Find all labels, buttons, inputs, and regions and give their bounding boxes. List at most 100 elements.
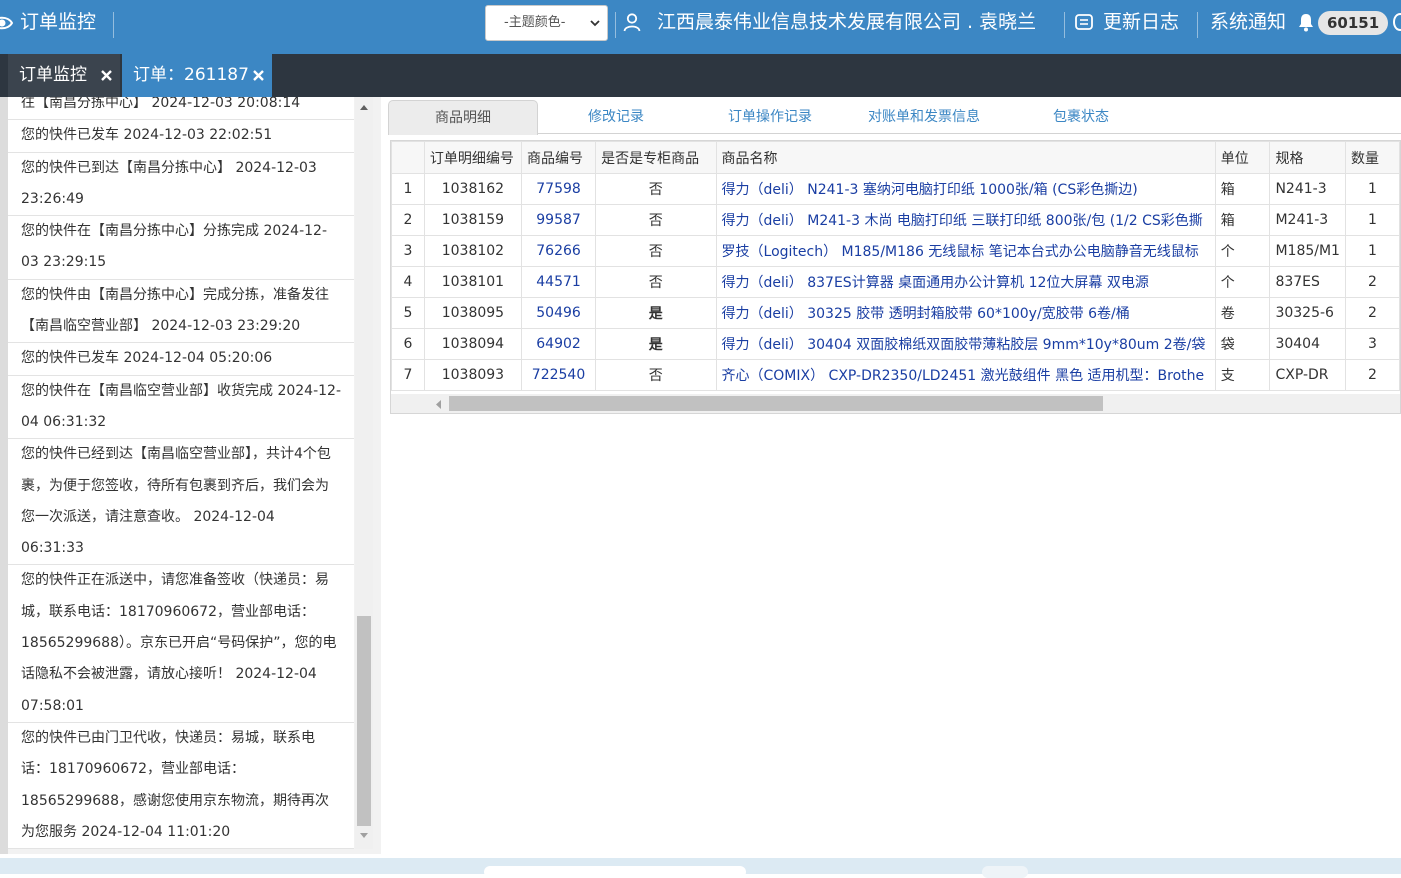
bottom-indicator (982, 866, 1028, 878)
tab-order-operation-records[interactable]: 订单操作记录 (728, 100, 812, 134)
detail-number: 1038162 (423, 173, 522, 205)
unit: 支 (1214, 359, 1271, 391)
product-name-link[interactable]: 得力（deli） 30325 胶带 透明封箱胶带 60*100y/宽胶带 6卷/… (715, 297, 1216, 329)
table-row[interactable]: 3 1038102 76266 否 罗技（Logitech） M185/M186… (391, 235, 1400, 267)
scroll-left-icon[interactable] (435, 400, 442, 409)
product-number-link[interactable]: 64902 (520, 328, 597, 360)
table-row[interactable]: 6 1038094 64902 是 得力（deli） 30404 双面胶棉纸双面… (391, 328, 1400, 360)
table-row[interactable]: 5 1038095 50496 是 得力（deli） 30325 胶带 透明封箱… (391, 297, 1400, 329)
detail-number: 1038159 (423, 204, 522, 236)
tracking-scrollbar[interactable] (355, 97, 373, 849)
tracking-list[interactable]: 往【南昌分拣中心】 2024-12-03 20:08:14 您的快件已发车 20… (8, 97, 354, 849)
tracking-item: 您的快件已经到达【南昌临空营业部】，共计4个包裹，为便于您签收，待所有包裹到齐后… (8, 439, 354, 566)
row-index: 6 (391, 328, 425, 360)
column-header-index (391, 141, 425, 174)
quantity: 2 (1344, 266, 1400, 298)
company-user-name[interactable]: 江西晨泰伟业信息技术发展有限公司 . 袁晓兰 (657, 10, 1036, 34)
unit: 个 (1214, 235, 1271, 267)
table-row[interactable]: 1 1038162 77598 否 得力（deli） N241-3 塞纳河电脑打… (391, 173, 1400, 205)
table-row[interactable]: 2 1038159 99587 否 得力（deli） M241-3 木尚 电脑打… (391, 204, 1400, 236)
column-header[interactable]: 规格 (1269, 141, 1346, 174)
close-icon[interactable] (100, 69, 113, 82)
unit: 箱 (1214, 204, 1271, 236)
tracking-item: 您的快件正在派送中，请您准备签收（快递员：易城，联系电话：18170960672… (8, 565, 354, 723)
update-log-link[interactable]: 更新日志 (1103, 10, 1179, 34)
scroll-up-icon[interactable] (359, 103, 369, 111)
column-header[interactable]: 数量 (1344, 141, 1400, 174)
column-header[interactable]: 单位 (1214, 141, 1271, 174)
quantity: 3 (1344, 328, 1400, 360)
spec: M241-3 (1269, 204, 1346, 236)
scroll-down-icon[interactable] (359, 832, 369, 840)
detail-number: 1038094 (423, 328, 522, 360)
spec: N241-3 (1269, 173, 1346, 205)
notice-count-badge: 60151 (1318, 11, 1389, 35)
spec: 30325-6 (1269, 297, 1346, 329)
tab-package-status[interactable]: 包裹状态 (1053, 100, 1109, 134)
product-name-link[interactable]: 齐心（COMIX） CXP-DR2350/LD2451 激光鼓组件 黑色 适用机… (715, 359, 1216, 391)
theme-select-value: -主题颜色- (504, 15, 566, 30)
detail-number: 1038101 (423, 266, 522, 298)
product-number-link[interactable]: 50496 (520, 297, 597, 329)
row-index: 1 (391, 173, 425, 205)
product-name-link[interactable]: 得力（deli） M241-3 木尚 电脑打印纸 三联打印纸 800张/包 (1… (715, 204, 1216, 236)
product-number-link[interactable]: 76266 (520, 235, 597, 267)
tab-order-detail[interactable]: 订单：261187 (122, 54, 272, 97)
close-icon[interactable] (252, 69, 265, 82)
scrollbar-thumb[interactable] (449, 396, 1103, 411)
detail-number: 1038093 (423, 359, 522, 391)
user-icon (623, 13, 641, 32)
tracking-item: 您的快件已由门卫代收，快递员：易城，联系电话：18170960672，营业部电话… (8, 723, 354, 849)
column-header[interactable]: 订单明细编号 (423, 141, 522, 174)
tab-order-monitor[interactable]: 订单监控 (8, 54, 120, 97)
counter-flag: 否 (595, 235, 717, 267)
table-row[interactable]: 4 1038101 44571 否 得力（deli） 837ES计算器 桌面通用… (391, 266, 1400, 298)
column-header[interactable]: 商品编号 (520, 141, 597, 174)
quantity: 2 (1344, 359, 1400, 391)
grid-horizontal-scrollbar[interactable] (391, 394, 1400, 413)
eye-icon (0, 16, 13, 30)
scrollbar-thumb[interactable] (357, 616, 371, 826)
tracking-item: 您的快件在【南昌临空营业部】收货完成 2024-12-04 06:31:32 (8, 376, 354, 440)
counter-flag: 否 (595, 204, 717, 236)
more-icon[interactable] (1393, 13, 1401, 31)
row-index: 4 (391, 266, 425, 298)
product-number-link[interactable]: 722540 (520, 359, 597, 391)
tab-statement-invoice[interactable]: 对账单和发票信息 (868, 100, 980, 134)
counter-flag: 否 (595, 359, 717, 391)
bell-icon[interactable] (1297, 12, 1315, 32)
bottom-pill (484, 866, 746, 878)
app-title: 订单监控 (20, 11, 97, 33)
tab-label: 订单监控 (19, 65, 87, 85)
column-header[interactable]: 商品名称 (715, 141, 1216, 174)
detail-number: 1038095 (423, 297, 522, 329)
spec: 30404 (1269, 328, 1346, 360)
product-name-link[interactable]: 得力（deli） N241-3 塞纳河电脑打印纸 1000张/箱 (CS彩色撕边… (715, 173, 1216, 205)
product-number-link[interactable]: 77598 (520, 173, 597, 205)
product-number-link[interactable]: 99587 (520, 204, 597, 236)
tracking-item: 往【南昌分拣中心】 2024-12-03 20:08:14 (8, 97, 354, 121)
product-name-link[interactable]: 得力（deli） 30404 双面胶棉纸双面胶带薄粘胶层 9mm*10y*80u… (715, 328, 1216, 360)
theme-color-select[interactable]: -主题颜色- (485, 5, 608, 41)
header-divider (615, 12, 616, 38)
tab-modify-records[interactable]: 修改记录 (588, 100, 644, 134)
column-header[interactable]: 是否是专柜商品 (595, 141, 717, 174)
product-name-link[interactable]: 得力（deli） 837ES计算器 桌面通用办公计算机 12位大屏幕 双电源 (715, 266, 1216, 298)
tracking-item: 您的快件已发车 2024-12-03 22:02:51 (8, 120, 354, 153)
tracking-list-content: 往【南昌分拣中心】 2024-12-03 20:08:14 您的快件已发车 20… (8, 97, 354, 849)
product-name-link[interactable]: 罗技（Logitech） M185/M186 无线鼠标 笔记本台式办公电脑静音无… (715, 235, 1216, 267)
product-table: 订单明细编号 商品编号 是否是专柜商品 商品名称 单位 规格 数量 1 1038… (391, 141, 1400, 391)
top-header: 订单监控 -主题颜色- 江西晨泰伟业信息技术发展有限公司 . 袁晓兰 更新日志 … (0, 0, 1401, 54)
header-divider (113, 12, 114, 38)
system-notice-link[interactable]: 系统通知 (1210, 10, 1286, 34)
detail-tab-bar: 商品明细 修改记录 订单操作记录 对账单和发票信息 包裹状态 (388, 100, 1401, 135)
update-log-icon (1075, 14, 1093, 30)
tab-product-detail[interactable]: 商品明细 (388, 100, 538, 135)
header-divider (1197, 12, 1198, 38)
product-number-link[interactable]: 44571 (520, 266, 597, 298)
tracking-item: 您的快件由【南昌分拣中心】完成分拣，准备发往【南昌临空营业部】 2024-12-… (8, 280, 354, 344)
row-index: 5 (391, 297, 425, 329)
table-row[interactable]: 7 1038093 722540 否 齐心（COMIX） CXP-DR2350/… (391, 359, 1400, 391)
spec: 837ES (1269, 266, 1346, 298)
tracking-item: 您的快件已到达【南昌分拣中心】 2024-12-03 23:26:49 (8, 153, 354, 217)
